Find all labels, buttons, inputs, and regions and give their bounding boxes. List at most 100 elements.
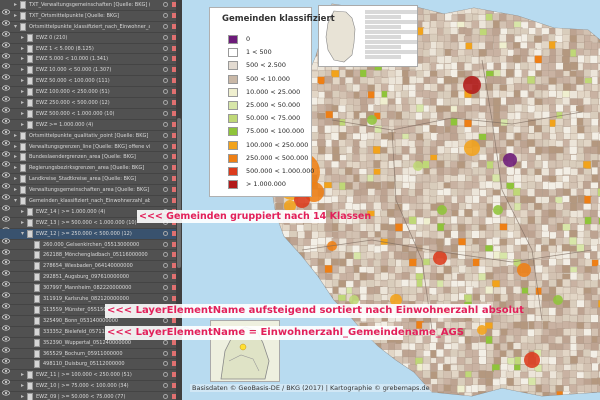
chevron-right-icon[interactable]: ▸ (19, 382, 26, 390)
target-circle-icon[interactable] (163, 187, 168, 193)
visibility-eye-icon[interactable] (2, 88, 10, 102)
visibility-eye-icon[interactable] (2, 197, 10, 211)
chevron-right-icon[interactable]: ▸ (19, 371, 26, 379)
chevron-down-icon[interactable]: ▾ (12, 197, 19, 205)
chevron-right-icon[interactable]: ▸ (12, 153, 19, 161)
layer-row[interactable]: ▸ Bundeslaendergrenzen_area [Quelle: BKG] (0, 152, 182, 168)
target-circle-icon[interactable] (163, 198, 168, 204)
chevron-right-icon[interactable]: ▸ (19, 55, 26, 63)
chevron-right-icon[interactable]: ▸ (12, 1, 19, 9)
layer-row[interactable]: ▾ Gemeinden_klassifiziert_nach_Einwohnerz… (0, 196, 182, 211)
layer-row[interactable]: ▾ EWZ_12 | >= 250.000 < 500.000 (12) (0, 228, 182, 244)
layer-row[interactable]: 260.000_Gelsenkirchen_05513000000 (0, 240, 182, 255)
layer-row[interactable]: ▸ TXT_Verwaltungsgemeinschaften [Quelle: … (0, 0, 182, 15)
layer-row[interactable]: 498110_Duisburg_05112000000 (0, 359, 182, 374)
visibility-eye-icon[interactable] (2, 1, 10, 15)
visibility-eye-icon[interactable] (2, 350, 10, 364)
layer-row[interactable]: ▸ EWZ 10.000 < 50.000 (1.307) (0, 65, 182, 80)
layer-row[interactable]: ▸ EWZ_10 | >= 75.000 < 100.000 (34) (0, 381, 182, 396)
visibility-eye-icon[interactable] (2, 317, 10, 331)
layer-row[interactable]: ▸ EWZ 5.000 < 10.000 (1.341) (0, 54, 182, 70)
visibility-eye-icon[interactable] (2, 186, 10, 200)
layer-row[interactable]: ▸ TXT_Ortsmittelpunkte [Quelle: BKG] (0, 11, 182, 26)
visibility-eye-icon[interactable] (2, 251, 10, 266)
visibility-eye-icon[interactable] (2, 328, 10, 342)
target-circle-icon[interactable] (163, 78, 168, 84)
target-circle-icon[interactable] (163, 383, 168, 389)
visibility-eye-icon[interactable] (2, 55, 10, 70)
layer-row[interactable]: ▸ EWZ_11 | >= 100.000 < 250.000 (51) (0, 370, 182, 385)
target-circle-icon[interactable] (163, 34, 168, 40)
target-circle-icon[interactable] (163, 263, 168, 269)
scrollbar-thumb[interactable] (177, 118, 181, 268)
target-circle-icon[interactable] (163, 252, 168, 258)
visibility-eye-icon[interactable] (2, 110, 10, 124)
layer-row[interactable]: ▸ Verwaltungsgemeinschaften_area [Quelle:… (0, 185, 182, 200)
target-circle-icon[interactable] (163, 361, 168, 367)
layer-row[interactable]: ▾ Ortsmittelpunkte_klassifiziert_nach_Ein… (0, 22, 182, 37)
visibility-eye-icon[interactable] (2, 153, 10, 168)
target-circle-icon[interactable] (163, 12, 168, 18)
target-circle-icon[interactable] (163, 110, 168, 116)
chevron-down-icon[interactable]: ▾ (19, 230, 26, 238)
layer-row[interactable]: ▸ Verwaltungsgrenzen_line [Quelle: BKG] o… (0, 142, 182, 157)
layer-row[interactable]: ▸ EWZ_09 | >= 50.000 < 75.000 (77) (0, 392, 182, 400)
layer-row[interactable]: ▸ Ortsmittelpunkte_qualitativ_point [Quel… (0, 131, 182, 146)
target-circle-icon[interactable] (163, 165, 168, 171)
visibility-eye-icon[interactable] (2, 360, 10, 374)
target-circle-icon[interactable] (163, 2, 168, 7)
visibility-eye-icon[interactable] (2, 121, 10, 135)
target-circle-icon[interactable] (163, 317, 168, 323)
visibility-eye-icon[interactable] (2, 262, 10, 276)
chevron-right-icon[interactable]: ▸ (19, 34, 26, 42)
visibility-eye-icon[interactable] (2, 12, 10, 26)
target-circle-icon[interactable] (163, 296, 168, 302)
target-circle-icon[interactable] (163, 241, 168, 247)
layer-row[interactable]: 262188_Mönchengladbach_05116000000 (0, 250, 182, 266)
layer-row[interactable]: ▸ EWZ 0 (210) (0, 33, 182, 48)
target-circle-icon[interactable] (163, 274, 168, 280)
layer-row[interactable]: ▸ Regierungsbezirksgrenzen_area [Quelle: … (0, 163, 182, 178)
layer-row[interactable]: ▸ EWZ 250.000 < 500.000 (12) (0, 98, 182, 113)
chevron-right-icon[interactable]: ▸ (12, 132, 19, 140)
visibility-eye-icon[interactable] (2, 230, 10, 244)
layer-row[interactable]: ▸ EWZ >= 1.000.000 (4) (0, 120, 182, 135)
visibility-eye-icon[interactable] (2, 393, 10, 400)
target-circle-icon[interactable] (163, 339, 168, 345)
target-circle-icon[interactable] (163, 394, 168, 400)
chevron-right-icon[interactable]: ▸ (12, 175, 19, 183)
visibility-eye-icon[interactable] (2, 371, 10, 385)
target-circle-icon[interactable] (163, 143, 168, 149)
target-circle-icon[interactable] (163, 132, 168, 138)
visibility-eye-icon[interactable] (2, 23, 10, 37)
layer-row[interactable]: ▸ EWZ 1 < 5.000 (8.125) (0, 44, 182, 59)
visibility-eye-icon[interactable] (2, 241, 10, 255)
layer-row[interactable]: 307997_Mannheim_082220000000 (0, 283, 182, 298)
layer-row[interactable]: ▸ EWZ 500.000 < 1.000.000 (10) (0, 109, 182, 124)
target-circle-icon[interactable] (163, 176, 168, 182)
target-circle-icon[interactable] (163, 230, 168, 236)
target-circle-icon[interactable] (163, 285, 168, 291)
chevron-right-icon[interactable]: ▸ (19, 45, 26, 53)
visibility-eye-icon[interactable] (2, 295, 10, 309)
layer-row[interactable]: 292851_Augsburg_097610000000 (0, 272, 182, 287)
visibility-eye-icon[interactable] (2, 77, 10, 91)
target-circle-icon[interactable] (163, 100, 168, 106)
target-circle-icon[interactable] (163, 372, 168, 378)
target-circle-icon[interactable] (163, 89, 168, 95)
target-circle-icon[interactable] (163, 67, 168, 73)
layer-row[interactable]: ▸ EWZ 100.000 < 250.000 (51) (0, 87, 182, 102)
chevron-right-icon[interactable]: ▸ (19, 121, 26, 129)
chevron-right-icon[interactable]: ▸ (12, 12, 19, 20)
target-circle-icon[interactable] (163, 56, 168, 62)
target-circle-icon[interactable] (163, 350, 168, 356)
visibility-eye-icon[interactable] (2, 339, 10, 353)
visibility-eye-icon[interactable] (2, 306, 10, 320)
chevron-right-icon[interactable]: ▸ (12, 186, 19, 194)
chevron-right-icon[interactable]: ▸ (19, 110, 26, 118)
target-circle-icon[interactable] (163, 45, 168, 51)
layer-row[interactable]: ▸ EWZ 50.000 < 100.000 (111) (0, 76, 182, 91)
layer-row[interactable]: 278654_Wiesbaden_064140000000 (0, 261, 182, 276)
visibility-eye-icon[interactable] (2, 273, 10, 287)
chevron-right-icon[interactable]: ▸ (19, 66, 26, 74)
